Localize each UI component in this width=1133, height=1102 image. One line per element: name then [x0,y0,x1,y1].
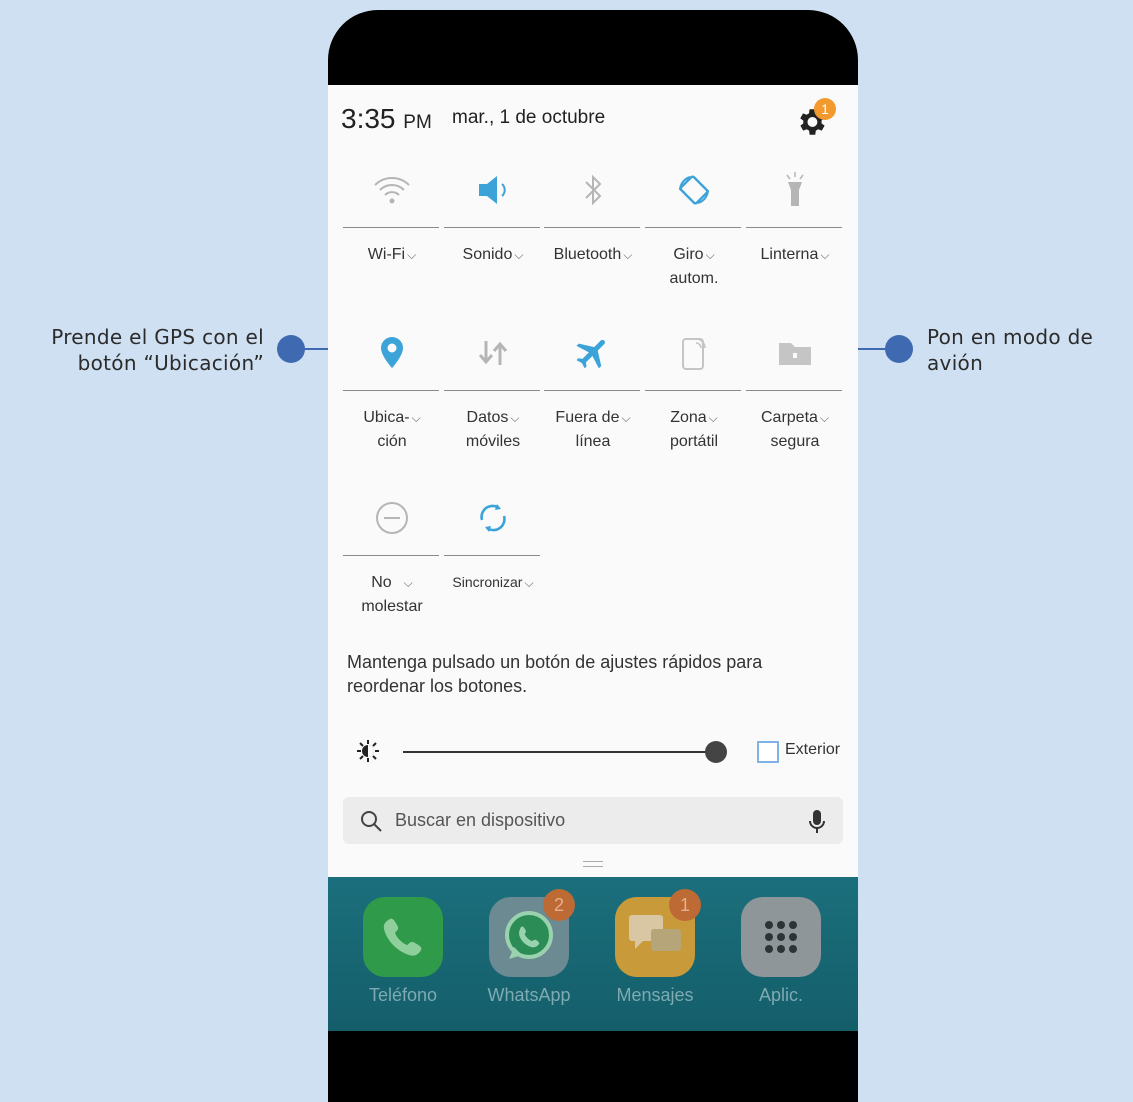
clock-ampm: PM [403,112,432,133]
brightness-slider[interactable] [403,751,715,753]
settings-badge: 1 [814,98,836,120]
airplane-icon [544,328,642,378]
tile-divider [343,390,439,391]
dock-app-label: Aplic. [758,985,803,1005]
mobile-data-icon [444,328,542,378]
apps-grid-icon [741,897,821,977]
flashlight-icon [746,165,844,215]
dock-app-phone[interactable]: Teléfono [348,897,458,1006]
dock-app-whatsapp[interactable]: 2 WhatsApp [474,889,584,1006]
dock-app-apps[interactable]: Aplic. [726,897,836,1006]
brightness-slider-handle[interactable] [705,741,727,763]
home-screen-dock: Teléfono 2 WhatsApp 1 Mensajes Aplic. [328,877,858,1031]
tile-label: Sonido ⌵ [462,246,524,263]
messages-badge: 1 [669,889,701,921]
brightness-icon [357,740,379,762]
tile-label: Sincronizar ⌵ [452,574,534,590]
clock-time: 3:35 [341,103,396,134]
tile-divider [544,390,640,391]
callout-gps: Prende el GPS con el botón “Ubicación” [0,324,264,376]
dock-app-label: Teléfono [368,985,438,1005]
tile-divider [746,390,842,391]
tile-label: Fuera de ⌵ línea [555,409,631,450]
tile-divider [343,227,439,228]
hotspot-icon [645,328,743,378]
secure-folder-icon [746,328,844,378]
reorder-hint: Mantenga pulsado un botón de ajustes ráp… [347,652,763,696]
tile-divider [746,227,842,228]
search-input[interactable]: Buscar en dispositivo [395,810,565,831]
tile-divider [544,227,640,228]
dock-app-label: Mensajes [616,985,694,1005]
callout-airplane-line2: avión [927,351,984,375]
tile-divider [645,227,741,228]
callout-gps-line1: Prende el GPS con el [51,325,264,349]
phone-frame: 3:35 PM mar., 1 de octubre 1 Wi-Fi ⌵ Soni… [328,10,858,1102]
tile-divider [645,390,741,391]
dock-app-messages[interactable]: 1 Mensajes [600,889,710,1006]
tile-label: No ⌵ molestar [361,574,423,615]
callout-airplane-line1: Pon en modo de [927,325,1094,349]
microphone-icon[interactable] [807,809,827,835]
tile-label: Bluetooth ⌵ [553,246,633,263]
tile-label: Giro ⌵ autom. [669,246,719,287]
tile-label: Ubica- ⌵ ción [363,409,421,450]
tile-label: Zona ⌵ portátil [669,409,719,450]
panel-drag-handle[interactable] [583,861,603,867]
quick-settings-panel: 3:35 PM mar., 1 de octubre 1 Wi-Fi ⌵ Soni… [328,85,858,877]
tile-divider [343,555,439,556]
phone-bottom-bezel [328,1030,858,1102]
clock: 3:35 PM [341,103,432,135]
location-icon [343,328,441,378]
outdoor-label: Exterior [785,741,841,758]
sound-icon [444,165,542,215]
whatsapp-badge: 2 [543,889,575,921]
messages-icon: 1 [615,889,701,977]
search-icon [361,811,382,832]
tile-label: Linterna ⌵ [760,246,830,263]
tile-label: Carpeta ⌵ segura [760,409,830,450]
tile-divider [444,227,540,228]
tile-divider [444,390,540,391]
do-not-disturb-icon [343,493,441,543]
tile-label: Datos ⌵ móviles [465,409,521,450]
date: mar., 1 de octubre [452,107,606,128]
callout-gps-line2: botón “Ubicación” [77,351,264,375]
dock-app-label: WhatsApp [487,985,571,1005]
whatsapp-icon: 2 [489,889,575,977]
callout-airplane: Pon en modo de avión [927,324,1127,376]
phone-icon [363,897,443,977]
wifi-icon [343,165,441,215]
auto-rotate-icon [645,165,743,215]
sync-icon [444,493,542,543]
outdoor-checkbox[interactable] [757,741,779,763]
search-bar[interactable]: Buscar en dispositivo [343,797,843,844]
bluetooth-icon [544,165,642,215]
tile-divider [444,555,540,556]
tile-label: Wi-Fi ⌵ [367,246,417,263]
